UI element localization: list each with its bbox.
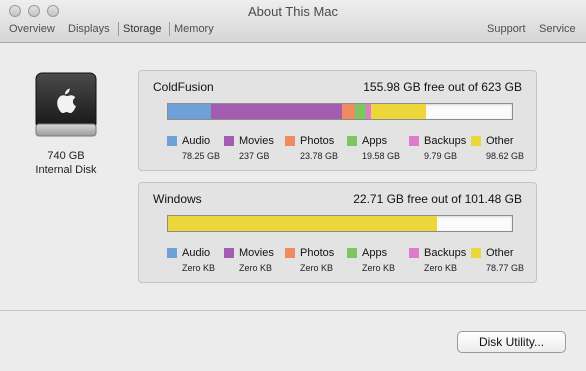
volume-name: ColdFusion bbox=[153, 80, 214, 94]
legend-label: Movies bbox=[239, 135, 274, 147]
legend-value: Zero KB bbox=[362, 263, 396, 273]
tab-separator bbox=[118, 22, 119, 36]
about-this-mac-window: About This Mac Overview Displays Storage… bbox=[0, 0, 586, 371]
title-bar: About This Mac Overview Displays Storage… bbox=[0, 0, 586, 43]
tab-service[interactable]: Service bbox=[539, 23, 576, 35]
tab-overview[interactable]: Overview bbox=[9, 23, 55, 35]
legend-value: Zero KB bbox=[182, 263, 216, 273]
legend-value: Zero KB bbox=[239, 263, 273, 273]
photos-swatch bbox=[285, 136, 295, 146]
legend-label: Photos bbox=[300, 247, 335, 259]
tab-memory[interactable]: Memory bbox=[174, 23, 214, 35]
volume-name: Windows bbox=[153, 192, 202, 206]
bar-segment-other bbox=[168, 216, 437, 231]
legend-label: Other bbox=[486, 135, 514, 147]
audio-swatch bbox=[167, 248, 177, 258]
storage-usage-bar bbox=[167, 103, 513, 120]
window-title: About This Mac bbox=[247, 4, 339, 19]
movies-swatch bbox=[224, 248, 234, 258]
volume-panel-windows: Windows 22.71 GB free out of 101.48 GB A… bbox=[138, 182, 537, 283]
other-swatch bbox=[471, 136, 481, 146]
audio-swatch bbox=[167, 136, 177, 146]
legend-label: Apps bbox=[362, 247, 388, 259]
legend-label: Apps bbox=[362, 135, 388, 147]
legend-label: Movies bbox=[239, 247, 274, 259]
volume-panel-coldfusion: ColdFusion 155.98 GB free out of 623 GB … bbox=[138, 70, 537, 171]
movies-swatch bbox=[224, 136, 234, 146]
legend-label: Photos bbox=[300, 135, 335, 147]
tab-storage[interactable]: Storage bbox=[123, 23, 162, 35]
photos-swatch bbox=[285, 248, 295, 258]
other-swatch bbox=[471, 248, 481, 258]
legend-value: 98.62 GB bbox=[486, 151, 525, 161]
legend-value: Zero KB bbox=[300, 263, 334, 273]
bar-segment-photos bbox=[342, 104, 355, 119]
legend-label: Other bbox=[486, 247, 514, 259]
tab-separator bbox=[169, 22, 170, 36]
bar-segment-other bbox=[371, 104, 426, 119]
legend-label: Backups bbox=[424, 135, 467, 147]
legend-value: 78.25 GB bbox=[182, 151, 221, 161]
backups-swatch bbox=[409, 136, 419, 146]
internal-disk-icon bbox=[35, 72, 97, 137]
legend-label: Audio bbox=[182, 247, 211, 259]
legend-label: Audio bbox=[182, 135, 211, 147]
legend-value: 9.79 GB bbox=[424, 151, 458, 161]
storage-usage-bar bbox=[167, 215, 513, 232]
apps-swatch bbox=[347, 136, 357, 146]
bar-segment-audio bbox=[168, 104, 211, 119]
apps-swatch bbox=[347, 248, 357, 258]
tab-displays[interactable]: Displays bbox=[68, 23, 110, 35]
disk-type-label: Internal Disk bbox=[35, 164, 97, 176]
legend-value: 78.77 GB bbox=[486, 263, 525, 273]
bar-segment-movies bbox=[211, 104, 342, 119]
volume-free-space: 22.71 GB free out of 101.48 GB bbox=[353, 192, 522, 206]
disk-utility-button[interactable]: Disk Utility... bbox=[457, 331, 566, 353]
footer-divider bbox=[0, 310, 586, 311]
legend-label: Backups bbox=[424, 247, 467, 259]
tab-support[interactable]: Support bbox=[487, 23, 526, 35]
legend-value: 23.78 GB bbox=[300, 151, 339, 161]
legend-value: 19.58 GB bbox=[362, 151, 401, 161]
legend-value: 237 GB bbox=[239, 151, 270, 161]
disk-size-label: 740 GB bbox=[47, 150, 85, 162]
bar-segment-apps bbox=[355, 104, 366, 119]
volume-free-space: 155.98 GB free out of 623 GB bbox=[363, 80, 522, 94]
legend-value: Zero KB bbox=[424, 263, 458, 273]
backups-swatch bbox=[409, 248, 419, 258]
